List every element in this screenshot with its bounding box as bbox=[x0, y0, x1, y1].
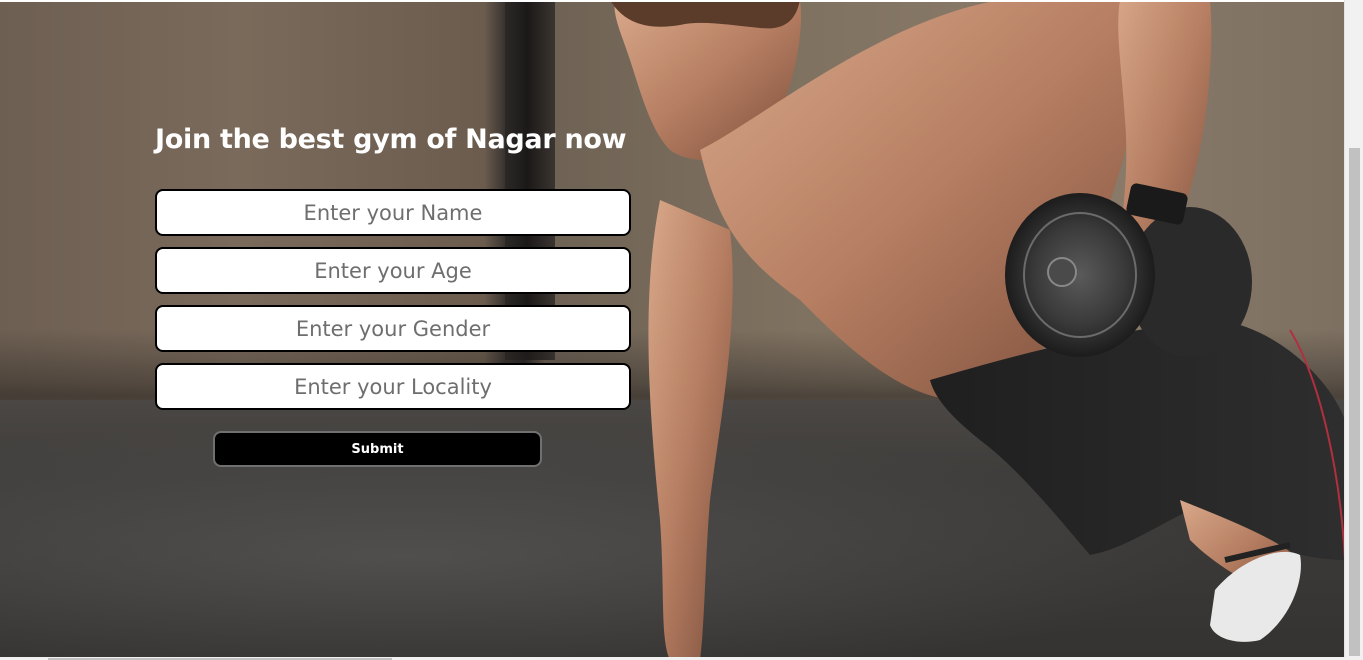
form-heading: Join the best gym of Nagar now bbox=[155, 124, 627, 155]
page-viewport: Join the best gym of Nagar now Submit bbox=[0, 0, 1363, 660]
locality-input[interactable] bbox=[155, 363, 631, 410]
name-input[interactable] bbox=[155, 189, 631, 236]
vertical-scrollbar[interactable] bbox=[1344, 0, 1363, 660]
form-fields bbox=[155, 189, 635, 410]
vertical-scrollbar-thumb[interactable] bbox=[1349, 148, 1360, 656]
signup-form: Join the best gym of Nagar now Submit bbox=[155, 122, 635, 467]
page-top-border bbox=[0, 0, 1345, 2]
gender-input[interactable] bbox=[155, 305, 631, 352]
submit-button[interactable]: Submit bbox=[213, 431, 542, 467]
age-input[interactable] bbox=[155, 247, 631, 294]
